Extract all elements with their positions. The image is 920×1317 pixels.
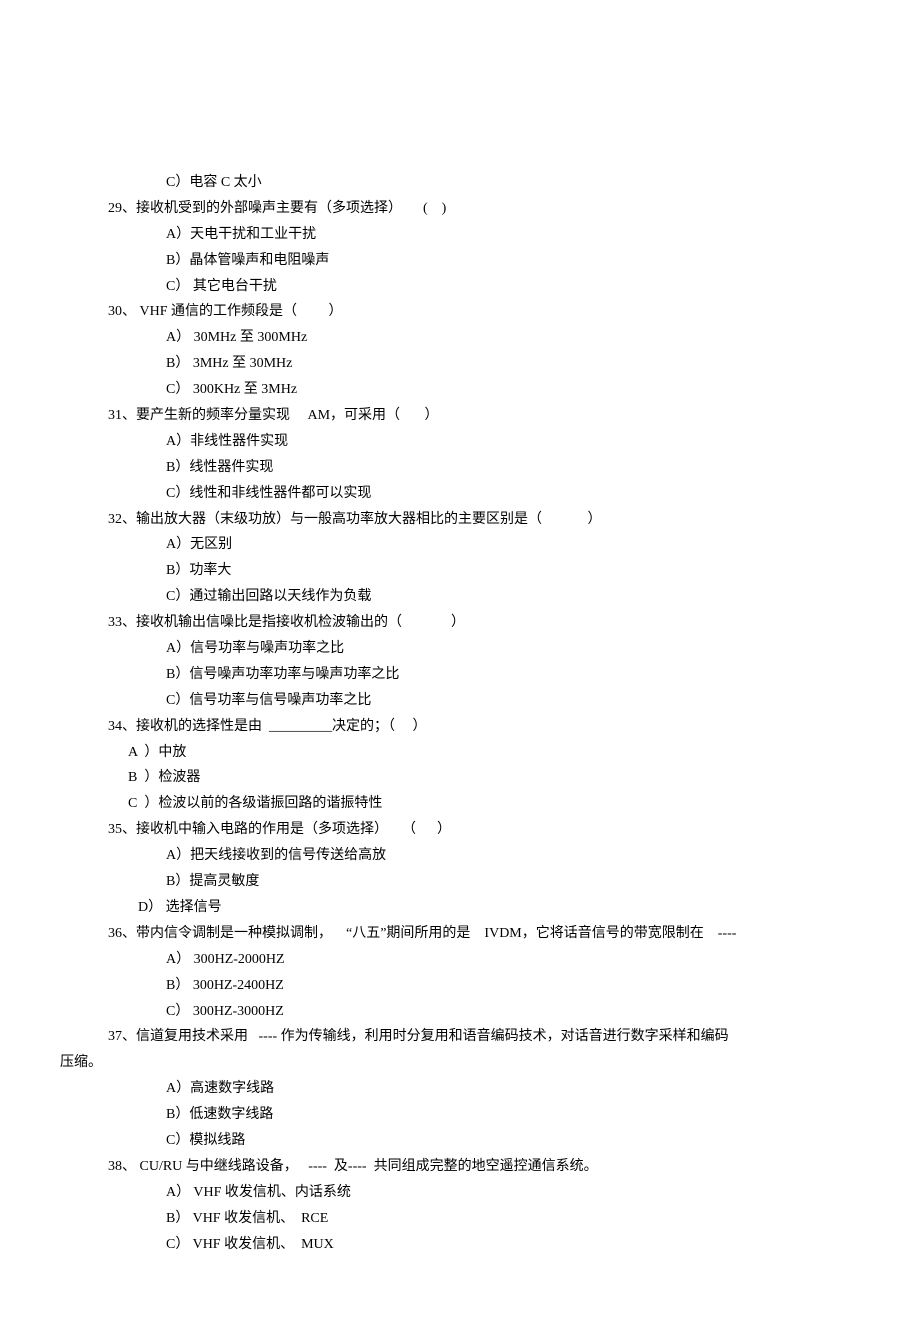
text-line: B） VHF 收发信机、 RCE [166, 1206, 860, 1232]
text-line: B）信号噪声功率功率与噪声功率之比 [166, 662, 860, 688]
text-line: 31、要产生新的频率分量实现 AM，可采用（ ） [108, 403, 860, 429]
text-line: B）晶体管噪声和电阻噪声 [166, 248, 860, 274]
text-line: A） 30MHz 至 300MHz [166, 325, 860, 351]
text-line: B）线性器件实现 [166, 455, 860, 481]
text-line: B）提高灵敏度 [166, 869, 860, 895]
text-line: C）电容 C 太小 [166, 170, 860, 196]
text-line: A）天电干扰和工业干扰 [166, 222, 860, 248]
text-line: A）高速数字线路 [166, 1076, 860, 1102]
text-line: D） 选择信号 [138, 895, 860, 921]
text-line: 36、带内信令调制是一种模拟调制， “八五”期间所用的是 IVDM，它将话音信号… [108, 921, 860, 947]
text-line: 33、接收机输出信噪比是指接收机检波输出的（ ） [108, 610, 860, 636]
text-line: C）信号功率与信号噪声功率之比 [166, 688, 860, 714]
text-line: 35、接收机中输入电路的作用是（多项选择） （ ） [108, 817, 860, 843]
text-line: C） VHF 收发信机、 MUX [166, 1232, 860, 1258]
text-line: 38、 CU/RU 与中继线路设备， ---- 及---- 共同组成完整的地空遥… [108, 1154, 860, 1180]
text-line: C） 300KHz 至 3MHz [166, 377, 860, 403]
text-line: 34、接收机的选择性是由 _________决定的；（ ） [108, 714, 860, 740]
text-line: 压缩。 [60, 1050, 860, 1076]
text-line: 37、信道复用技术采用 ---- 作为传输线，利用时分复用和语音编码技术，对话音… [108, 1024, 860, 1050]
text-line: A）把天线接收到的信号传送给高放 [166, 843, 860, 869]
text-line: A）非线性器件实现 [166, 429, 860, 455]
text-line: B） 3MHz 至 30MHz [166, 351, 860, 377]
text-line: C） 300HZ-3000HZ [166, 999, 860, 1025]
text-line: A）信号功率与噪声功率之比 [166, 636, 860, 662]
text-line: A）无区别 [166, 532, 860, 558]
text-line: C ）检波以前的各级谐振回路的谐振特性 [128, 791, 860, 817]
text-line: C）通过输出回路以天线作为负载 [166, 584, 860, 610]
text-line: A ）中放 [128, 740, 860, 766]
text-line: B ）检波器 [128, 765, 860, 791]
text-line: B）低速数字线路 [166, 1102, 860, 1128]
text-line: 29、接收机受到的外部噪声主要有（多项选择） ( ) [108, 196, 860, 222]
text-line: 30、 VHF 通信的工作频段是（ ） [108, 299, 860, 325]
text-line: C）线性和非线性器件都可以实现 [166, 481, 860, 507]
text-line: A） 300HZ-2000HZ [166, 947, 860, 973]
text-line: 32、输出放大器（末级功放）与一般高功率放大器相比的主要区别是（ ） [108, 507, 860, 533]
text-line: C）模拟线路 [166, 1128, 860, 1154]
text-line: C） 其它电台干扰 [166, 274, 860, 300]
text-line: A） VHF 收发信机、内话系统 [166, 1180, 860, 1206]
text-line: B） 300HZ-2400HZ [166, 973, 860, 999]
text-line: B）功率大 [166, 558, 860, 584]
document-body: C）电容 C 太小29、接收机受到的外部噪声主要有（多项选择） ( )A）天电干… [60, 170, 860, 1257]
